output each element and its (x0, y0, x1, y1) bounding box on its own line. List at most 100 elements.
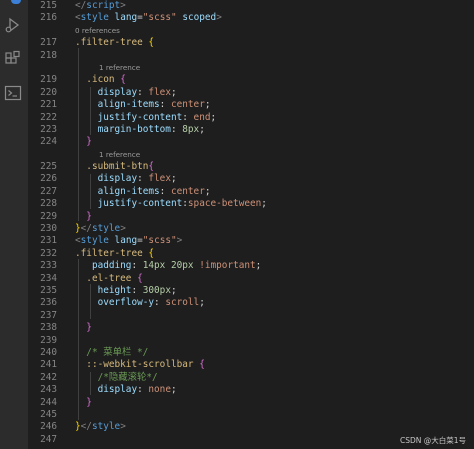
line-number: 224 (40, 136, 57, 148)
code-line[interactable]: 224 } (28, 136, 474, 148)
code-line[interactable]: 226 display: flex; (28, 173, 474, 185)
code-text[interactable]: <style lang="scss" scoped> (75, 12, 222, 24)
line-number: 233 (40, 260, 57, 272)
code-text[interactable]: }</style> (75, 421, 126, 433)
code-line[interactable]: 238 } (28, 322, 474, 334)
code-line[interactable]: 233 padding: 14px 20px !important; (28, 260, 474, 272)
line-number: 243 (40, 384, 57, 396)
code-token: : (159, 99, 171, 111)
code-text[interactable]: align-items: center; (75, 186, 211, 198)
code-token: } (86, 136, 92, 148)
code-line[interactable]: 219 .icon { (28, 74, 474, 86)
code-line[interactable]: 228 justify-content:space-between; (28, 198, 474, 210)
terminal-icon[interactable] (4, 84, 22, 102)
codelens-references[interactable]: 1 reference (28, 62, 474, 74)
code-text[interactable]: .filter-tree { (75, 248, 154, 260)
line-number: 234 (40, 272, 57, 284)
code-text[interactable]: /*隐藏滚轮*/ (75, 372, 158, 384)
code-text[interactable]: justify-content:space-between; (75, 198, 267, 210)
codelens-label[interactable]: 0 references (75, 25, 120, 37)
line-number: 216 (40, 12, 57, 24)
code-line[interactable]: 237 (28, 310, 474, 322)
code-line[interactable]: 223 margin-bottom: 8px; (28, 124, 474, 136)
codelens-references[interactable]: 1 reference (28, 149, 474, 161)
code-text[interactable]: overflow-y: scroll; (75, 297, 205, 309)
codelens-label[interactable]: 1 reference (99, 62, 140, 74)
code-line[interactable]: 242 /*隐藏滚轮*/ (28, 372, 474, 384)
code-line[interactable]: 245 (28, 409, 474, 421)
code-line[interactable]: 215 </script> (28, 0, 474, 12)
codelens-label[interactable]: 1 reference (99, 149, 140, 161)
line-number: 242 (40, 371, 57, 383)
code-text[interactable]: .filter-tree { (75, 37, 154, 49)
code-text[interactable]: } (75, 211, 92, 223)
code-text[interactable]: /* 菜单栏 */ (75, 347, 148, 359)
code-line[interactable]: 232 .filter-tree { (28, 248, 474, 260)
code-text[interactable]: display: flex; (75, 87, 177, 99)
code-text[interactable]: display: flex; (75, 173, 177, 185)
run-debug-icon[interactable] (4, 16, 22, 34)
code-text[interactable]: } (75, 136, 92, 148)
code-editor[interactable]: 215 </script> 216 <style lang="scss" scoped… (28, 0, 474, 449)
code-text[interactable]: padding: 14px 20px !important; (75, 260, 261, 272)
code-token: : (154, 297, 166, 309)
code-text[interactable]: <style lang="scss"> (75, 235, 182, 247)
code-line[interactable]: 235 height: 300px; (28, 285, 474, 297)
code-line[interactable]: 225 .submit-btn{ (28, 161, 474, 173)
code-line[interactable]: 244 } (28, 397, 474, 409)
code-text[interactable]: align-items: center; (75, 99, 211, 111)
line-number: 221 (40, 99, 57, 111)
code-text[interactable]: display: none; (75, 384, 177, 396)
code-line[interactable]: 227 align-items: center; (28, 186, 474, 198)
codelens-references[interactable]: 0 references (28, 25, 474, 37)
code-line[interactable]: 218 (28, 50, 474, 62)
code-line[interactable]: 216 <style lang="scss" scoped> (28, 12, 474, 24)
code-text[interactable]: justify-content: end; (75, 112, 217, 124)
code-text[interactable]: ::-webkit-scrollbar { (75, 359, 205, 371)
code-line[interactable]: 243 display: none; (28, 384, 474, 396)
code-text[interactable]: }</style> (75, 223, 126, 235)
code-line[interactable]: 234 .el-tree { (28, 273, 474, 285)
code-token: ; (170, 86, 177, 98)
code-line[interactable]: 217 .filter-tree { (28, 37, 474, 49)
code-line[interactable]: 236 overflow-y: scroll; (28, 297, 474, 309)
code-token: script (86, 0, 121, 11)
code-text[interactable]: .el-tree { (75, 273, 142, 285)
code-text[interactable]: } (75, 322, 92, 334)
code-text[interactable]: height: 300px; (75, 285, 177, 297)
code-line[interactable]: 229 } (28, 211, 474, 223)
code-line[interactable]: 222 justify-content: end; (28, 112, 474, 124)
line-number: 230 (40, 223, 57, 235)
code-token: : (131, 284, 143, 296)
code-line[interactable]: 246}</style> (28, 421, 474, 433)
code-line[interactable]: 239 (28, 335, 474, 347)
code-token: : (159, 185, 171, 197)
code-token: </ (75, 0, 87, 11)
code-text[interactable]: } (75, 397, 92, 409)
code-token: { (120, 74, 126, 86)
extensions-icon[interactable] (4, 50, 22, 68)
code-line[interactable]: 230 }</style> (28, 223, 474, 235)
code-token: 8px (182, 123, 200, 135)
code-token: ::-webkit-scrollbar (86, 359, 194, 371)
code-text[interactable]: .submit-btn{ (75, 161, 154, 173)
code-line[interactable]: 240 /* 菜单栏 */ (28, 347, 474, 359)
code-line[interactable]: 231 <style lang="scss"> (28, 235, 474, 247)
code-line[interactable]: 221 align-items: center; (28, 99, 474, 111)
code-text[interactable]: margin-bottom: 8px; (75, 124, 205, 136)
code-token: > (120, 223, 126, 235)
code-token: space-between (187, 198, 262, 210)
code-token: </ (80, 421, 92, 433)
code-token: align-items (97, 185, 160, 197)
code-token: ; (199, 297, 205, 309)
line-number: 240 (40, 346, 57, 358)
code-line[interactable]: 220 display: flex; (28, 87, 474, 99)
code-line[interactable]: 241 ::-webkit-scrollbar { (28, 359, 474, 371)
code-token: > (120, 0, 126, 11)
code-text[interactable]: .icon { (75, 74, 126, 86)
code-text[interactable]: </script> (75, 0, 126, 12)
